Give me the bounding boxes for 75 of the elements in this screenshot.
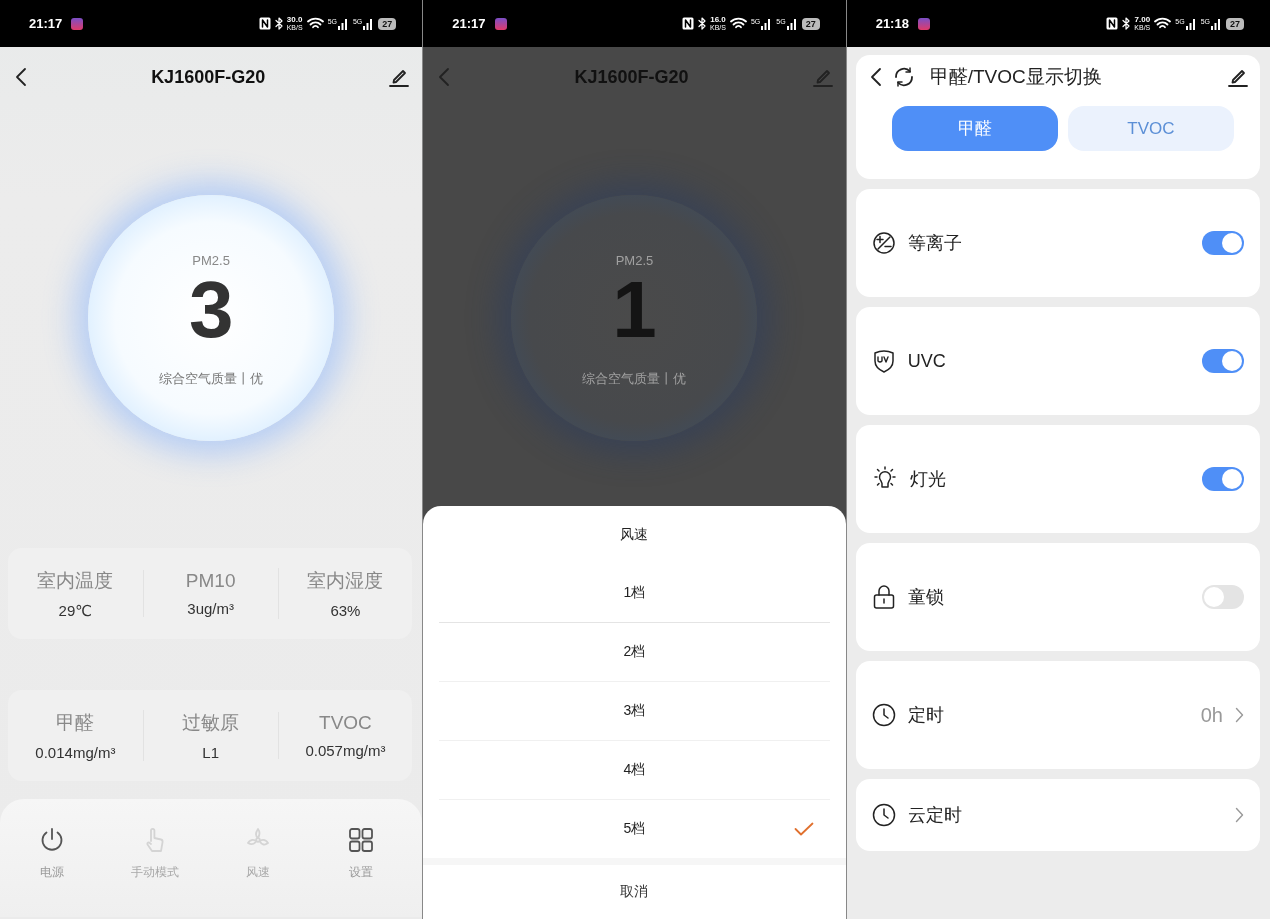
- setting-label: 等离子: [907, 232, 962, 255]
- bluetooth-icon: [274, 17, 283, 30]
- metric-value: 29℃: [58, 601, 93, 620]
- toggle-switch[interactable]: [1202, 467, 1244, 491]
- metric-label: PM10: [185, 570, 236, 592]
- checkmark-icon: [793, 822, 814, 836]
- back-icon[interactable]: [869, 67, 882, 87]
- metric-label: 过敏原: [182, 711, 240, 735]
- toggle-switch[interactable]: [1202, 585, 1244, 609]
- setting-row[interactable]: 定时 0h: [855, 661, 1260, 769]
- setting-label: 定时: [907, 704, 944, 727]
- uv-shield-icon: [871, 349, 896, 373]
- setting-label: 灯光: [909, 468, 946, 491]
- clock-time: 21:17: [452, 16, 486, 31]
- chevron-right-icon: [1235, 707, 1244, 723]
- speed-option[interactable]: 2档: [439, 623, 830, 682]
- metric-value: L1: [202, 744, 219, 761]
- gauge-label: PM2.5: [615, 253, 654, 268]
- setting-label: UVC: [907, 350, 946, 372]
- air-quality-caption: 综合空气质量丨优: [159, 370, 264, 388]
- plasma-icon: [871, 231, 896, 255]
- lock-icon: [871, 584, 896, 610]
- speed-option[interactable]: 1档: [439, 564, 830, 623]
- battery-indicator: 27: [801, 17, 820, 30]
- app-icon: [494, 17, 507, 30]
- pm25-value: 3: [188, 270, 234, 350]
- app-icon: [917, 17, 930, 30]
- toggle-switch[interactable]: [1202, 231, 1244, 255]
- cancel-button[interactable]: 取消: [423, 865, 846, 919]
- sheet-title: 风速: [619, 525, 650, 544]
- clock-time: 21:17: [29, 16, 63, 31]
- metric-label: 室内湿度: [307, 569, 384, 593]
- wifi-icon: [1154, 17, 1172, 30]
- metric-value: 3ug/m³: [187, 600, 234, 617]
- edit-icon[interactable]: [1228, 67, 1248, 87]
- setting-label: 童锁: [907, 586, 944, 609]
- nfc-icon: [682, 17, 694, 30]
- battery-indicator: 27: [1225, 17, 1244, 30]
- battery-indicator: 27: [378, 17, 397, 30]
- wifi-icon: [306, 17, 324, 30]
- clock-icon: [871, 803, 896, 827]
- metric-label: 甲醛: [56, 711, 95, 735]
- clock-time: 21:18: [875, 16, 909, 31]
- chevron-right-icon: [1235, 807, 1244, 823]
- grid-icon[interactable]: [347, 827, 374, 853]
- app-icon: [71, 17, 84, 30]
- edit-icon[interactable]: [389, 67, 410, 87]
- back-icon[interactable]: [15, 67, 27, 87]
- wifi-icon: [729, 17, 747, 30]
- air-quality-caption: 综合空气质量丨优: [582, 370, 687, 388]
- metric-value: 0.057mg/m³: [305, 742, 386, 759]
- setting-row[interactable]: 云定时: [855, 779, 1260, 851]
- metric-value: 0.014mg/m³: [35, 744, 116, 761]
- setting-label: 云定时: [907, 804, 962, 827]
- bluetooth-icon: [698, 17, 706, 30]
- bluetooth-icon: [1122, 17, 1131, 30]
- device-title: KJ1600F-G20: [151, 66, 266, 88]
- device-title: KJ1600F-G20: [574, 66, 689, 88]
- speed-option[interactable]: 4档: [439, 741, 830, 800]
- nfc-icon: [258, 17, 271, 30]
- gauge-label: PM2.5: [192, 253, 230, 268]
- setting-row[interactable]: 灯光: [855, 425, 1260, 533]
- speed-option[interactable]: 3档: [439, 682, 830, 741]
- metric-label: 室内温度: [37, 568, 114, 593]
- nfc-icon: [1106, 17, 1119, 30]
- setting-value: 0h: [1200, 703, 1223, 727]
- clock-icon: [871, 703, 896, 727]
- metric-value: 63%: [330, 602, 361, 619]
- speed-option[interactable]: 5档: [439, 800, 830, 858]
- toggle-switch[interactable]: [1202, 349, 1244, 373]
- setting-row[interactable]: 等离子: [855, 189, 1260, 297]
- metric-label: TVOC: [319, 712, 372, 734]
- page-title: 甲醛/TVOC显示切换: [929, 65, 1102, 89]
- setting-row[interactable]: 童锁: [855, 543, 1260, 651]
- setting-row[interactable]: UVC: [855, 307, 1260, 415]
